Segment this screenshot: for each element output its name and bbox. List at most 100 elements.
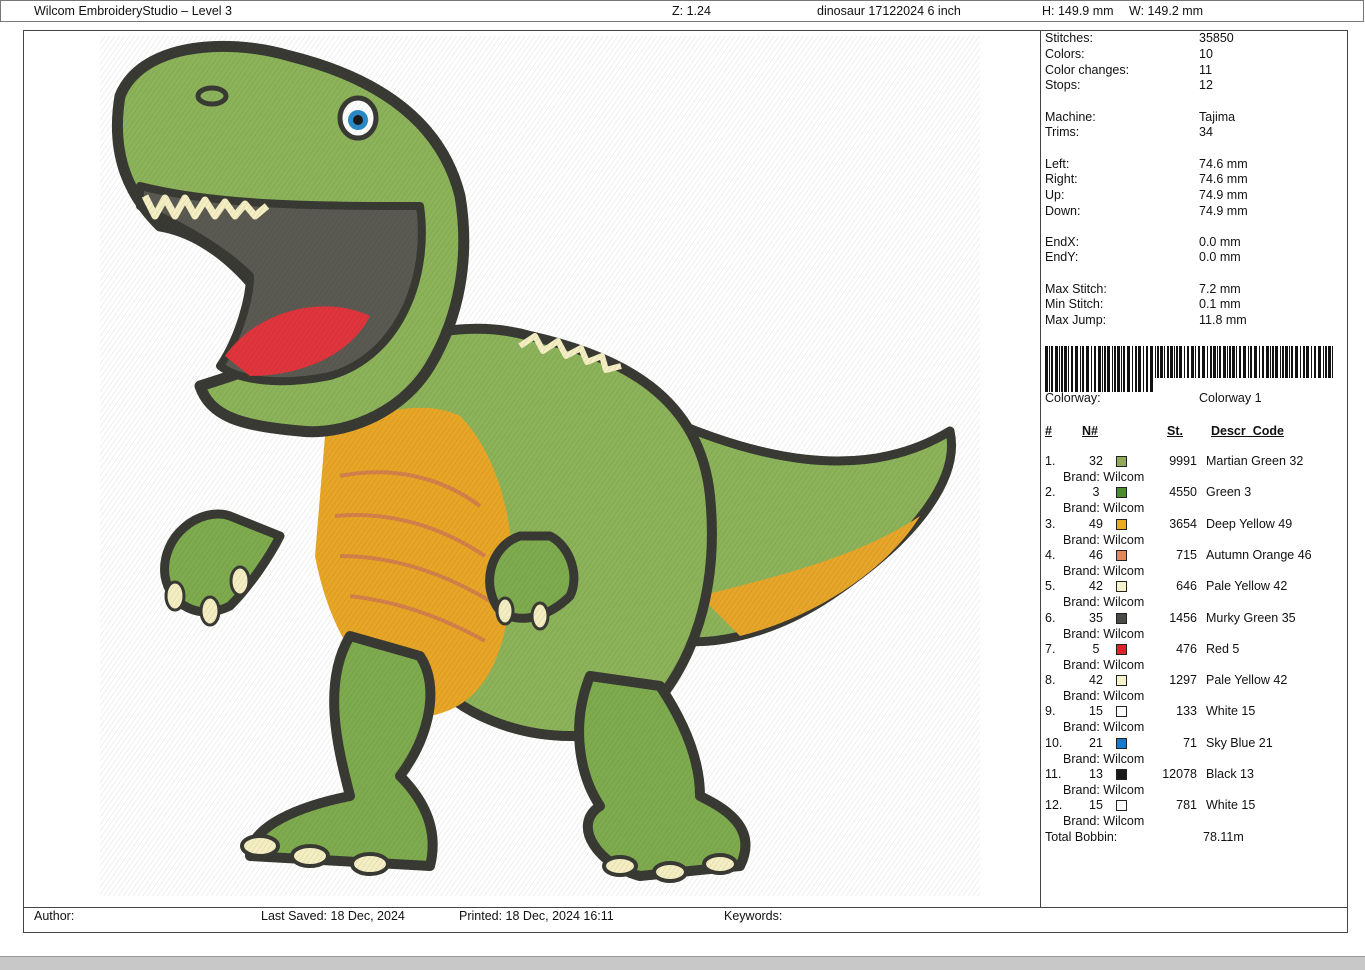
barcode-bar bbox=[1275, 346, 1278, 378]
stat-value: 11 bbox=[1199, 63, 1212, 77]
colorway-value: Colorway 1 bbox=[1199, 391, 1262, 405]
stat-label: Stitches: bbox=[1045, 31, 1093, 45]
thread-brand: Brand: Wilcom bbox=[1063, 783, 1145, 797]
thread-row: 12. 15 781 White 15 Brand: Wilcom bbox=[1045, 798, 1345, 829]
thread-index: 9. bbox=[1045, 704, 1056, 719]
thread-index: 11. bbox=[1045, 767, 1062, 781]
col-header-stitches: St. bbox=[1167, 424, 1183, 438]
thread-stitches: 476 bbox=[1176, 641, 1197, 656]
stat-label: Max Stitch: bbox=[1045, 282, 1107, 296]
barcode-bar bbox=[1064, 346, 1067, 392]
thread-brand: Brand: Wilcom bbox=[1063, 751, 1145, 766]
barcode-bar bbox=[1332, 346, 1333, 378]
barcode-bar bbox=[1160, 346, 1163, 378]
barcode-bar bbox=[1191, 346, 1194, 378]
barcode-bar bbox=[1210, 346, 1212, 378]
color-swatch bbox=[1116, 769, 1127, 780]
color-swatch bbox=[1116, 675, 1127, 687]
thread-row: 7. 5 476 Red 5 Brand: Wilcom bbox=[1045, 642, 1345, 673]
thread-brand: Brand: Wilcom bbox=[1063, 563, 1145, 578]
thread-description: White 15 bbox=[1206, 704, 1256, 719]
thread-stitches: 646 bbox=[1176, 579, 1197, 594]
thread-index: 1. bbox=[1045, 454, 1056, 468]
stat-label: Trims: bbox=[1045, 125, 1080, 139]
colorway-label: Colorway: bbox=[1045, 391, 1101, 405]
barcode-bar bbox=[1146, 346, 1148, 392]
thread-index: 6. bbox=[1045, 610, 1056, 625]
thread-stitches: 133 bbox=[1176, 704, 1197, 719]
thread-row: 11. 13 12078 Black 13 Brand: Wilcom bbox=[1045, 767, 1345, 798]
barcode-bar bbox=[1138, 346, 1141, 392]
stat-value: Tajima bbox=[1199, 110, 1236, 124]
barcode-bar bbox=[1270, 346, 1271, 378]
stat-label: EndY: bbox=[1045, 250, 1079, 264]
stat-value: 11.8 mm bbox=[1199, 313, 1247, 327]
col-header-description: Descr_Code bbox=[1211, 424, 1284, 438]
stat-value: 0.0 mm bbox=[1199, 250, 1241, 264]
barcode-bar bbox=[1295, 346, 1298, 378]
thread-stitches: 71 bbox=[1183, 735, 1197, 750]
barcode-bar bbox=[1104, 346, 1106, 392]
barcode-bar bbox=[1155, 346, 1156, 378]
barcode-bar bbox=[1259, 346, 1260, 378]
barcode-bar bbox=[1075, 346, 1078, 392]
thread-row: 10. 21 71 Sky Blue 21 Brand: Wilcom bbox=[1045, 736, 1345, 767]
stat-label: Machine: bbox=[1045, 110, 1096, 124]
stat-label: Up: bbox=[1045, 188, 1065, 202]
stat-label: Color changes: bbox=[1045, 63, 1130, 77]
design-height: H: 149.9 mm bbox=[1042, 4, 1114, 18]
barcode-bar bbox=[1229, 346, 1231, 378]
barcode-bar bbox=[1112, 346, 1113, 392]
thread-brand: Brand: Wilcom bbox=[1063, 532, 1145, 547]
keywords-label: Keywords: bbox=[724, 909, 783, 923]
barcode-bar bbox=[1254, 346, 1257, 378]
barcode-bar bbox=[1049, 346, 1050, 392]
barcode-bar bbox=[1132, 346, 1133, 392]
stat-label: Colors: bbox=[1045, 47, 1085, 61]
barcode-bar bbox=[1236, 346, 1237, 378]
barcode-bar bbox=[1059, 346, 1060, 392]
stat-label: Max Jump: bbox=[1045, 313, 1107, 327]
thread-row: 1. 32 9991 Martian Green 32 Brand: Wilcom bbox=[1045, 454, 1345, 485]
stat-value: 0.1 mm bbox=[1199, 297, 1241, 311]
color-swatch bbox=[1116, 518, 1127, 530]
barcode-bar bbox=[1195, 346, 1196, 378]
thread-number: 32 bbox=[1089, 454, 1103, 468]
thread-row: 2. 3 4550 Green 3 Brand: Wilcom bbox=[1045, 485, 1345, 516]
thread-description: Green 3 bbox=[1206, 485, 1252, 500]
barcode-bar bbox=[1219, 346, 1221, 378]
thread-stitches: 1456 bbox=[1169, 610, 1197, 625]
thread-description: Autumn Orange 46 bbox=[1206, 547, 1312, 562]
total-bobbin-value: 78.11m bbox=[1203, 830, 1244, 844]
barcode-bar bbox=[1121, 346, 1122, 392]
barcode-bar bbox=[1107, 346, 1110, 392]
color-swatch bbox=[1116, 706, 1127, 718]
stat-value: 74.6 mm bbox=[1199, 172, 1248, 186]
barcode-bar bbox=[1091, 346, 1092, 392]
barcode-bar bbox=[1318, 346, 1321, 378]
author-label: Author: bbox=[34, 909, 75, 923]
thread-row: 5. 42 646 Pale Yellow 42 Brand: Wilcom bbox=[1045, 579, 1345, 610]
thread-row: 6. 35 1456 Murky Green 35 Brand: Wilcom bbox=[1045, 611, 1345, 642]
barcode-bar bbox=[1082, 346, 1084, 392]
thread-brand: Brand: Wilcom bbox=[1063, 501, 1145, 516]
design-preview bbox=[100, 36, 980, 896]
thread-number: 3 bbox=[1092, 485, 1100, 500]
barcode-bar bbox=[1176, 346, 1178, 378]
thread-description: Black 13 bbox=[1206, 767, 1254, 781]
stat-label: Min Stitch: bbox=[1045, 297, 1104, 311]
thread-number: 15 bbox=[1089, 704, 1103, 719]
thread-description: Red 5 bbox=[1206, 641, 1240, 656]
thread-number: 42 bbox=[1089, 673, 1103, 688]
color-swatch bbox=[1116, 549, 1127, 561]
barcode-bar bbox=[1207, 346, 1208, 378]
barcode-bar bbox=[1150, 346, 1153, 392]
thread-number: 15 bbox=[1089, 798, 1103, 813]
barcode-bar bbox=[1114, 346, 1116, 392]
barcode-bar bbox=[1328, 346, 1331, 378]
barcode-bar bbox=[1243, 346, 1246, 378]
stat-value: 74.6 mm bbox=[1199, 157, 1248, 171]
barcode-bar bbox=[1143, 346, 1144, 392]
barcode-bar bbox=[1098, 346, 1101, 392]
barcode-bar bbox=[1184, 346, 1185, 378]
